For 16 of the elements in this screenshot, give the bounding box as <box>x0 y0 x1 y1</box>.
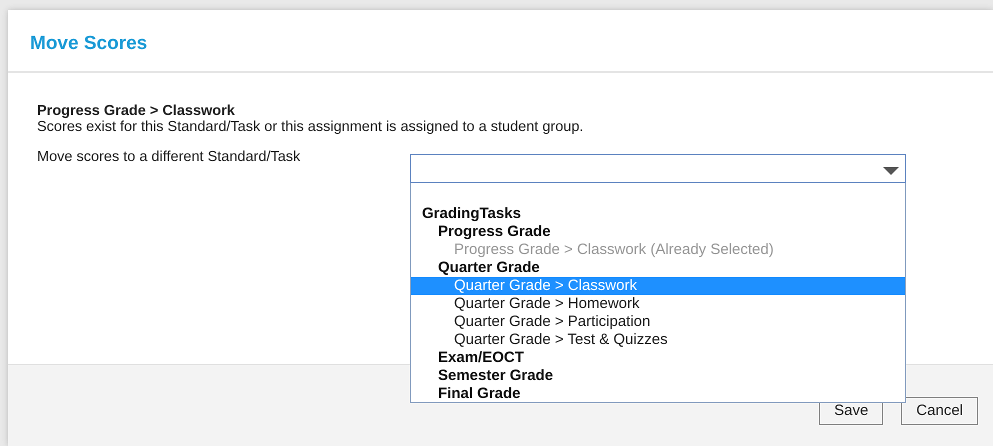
dropdown-option[interactable]: Quarter Grade > Test & Quizzes <box>411 331 905 349</box>
heading: Progress Grade > Classwork <box>37 103 236 119</box>
group-label: Semester Grade <box>437 367 554 385</box>
group-label: Exam/EOCT <box>437 349 525 367</box>
dialog-button[interactable]: Cancel <box>901 397 978 425</box>
group-label: Quarter Grade <box>437 259 541 277</box>
dropdown-option[interactable]: Quarter Grade > Participation <box>411 313 905 331</box>
select-field[interactable] <box>410 154 906 183</box>
message: Scores exist for this Standard/Task or this assignment is assigned to a student group. <box>37 119 584 135</box>
group-label: Progress Grade <box>437 223 552 241</box>
caret-icon <box>883 167 899 175</box>
dialog-title: Move Scores <box>30 33 148 54</box>
group-label: Final Grade <box>437 385 522 403</box>
field-label: Move scores to a different Standard/Task <box>37 149 302 165</box>
dropdown-option[interactable]: Quarter Grade > Homework <box>411 295 905 313</box>
group-label: GradingTasks <box>421 205 522 223</box>
